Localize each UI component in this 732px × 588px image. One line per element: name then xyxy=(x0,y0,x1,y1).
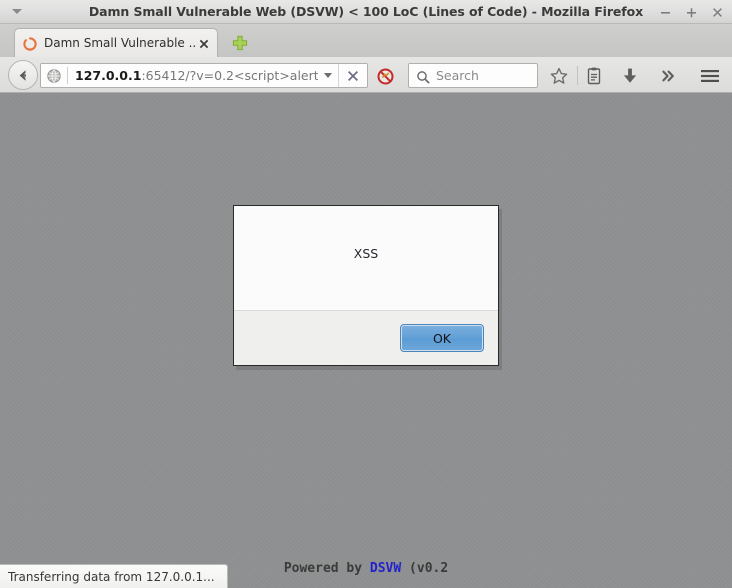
browser-window: Damn Small Vulnerable Web (DSVW) < 100 L… xyxy=(0,0,732,588)
url-input[interactable]: 127.0.0.1:65412/?v=0.2<script>alert("XSS xyxy=(68,68,318,84)
window-title: Damn Small Vulnerable Web (DSVW) < 100 L… xyxy=(88,4,644,19)
minimize-button[interactable] xyxy=(659,6,672,19)
close-icon xyxy=(713,7,722,17)
tab-strip: Damn Small Vulnerable ... xyxy=(0,24,732,57)
status-text: Transferring data from 127.0.0.1... xyxy=(8,569,215,584)
navigation-toolbar: 127.0.0.1:65412/?v=0.2<script>alert("XSS xyxy=(0,57,732,93)
maximize-plus-icon xyxy=(687,7,696,17)
double-chevron-right-icon xyxy=(662,70,674,82)
ok-button[interactable]: OK xyxy=(400,324,484,352)
bookmark-star-button[interactable] xyxy=(549,66,569,86)
url-bar[interactable]: 127.0.0.1:65412/?v=0.2<script>alert("XSS xyxy=(40,63,368,88)
download-arrow-icon xyxy=(623,68,637,83)
downloads-button[interactable] xyxy=(620,66,640,86)
window-controls xyxy=(659,0,724,24)
stop-x-icon xyxy=(347,70,359,81)
stop-loading-button[interactable] xyxy=(339,64,367,87)
dialog-footer: OK xyxy=(234,311,498,365)
reader-list-button[interactable] xyxy=(584,66,604,86)
close-icon xyxy=(199,39,209,49)
toolbar-divider xyxy=(577,66,578,85)
star-icon xyxy=(550,67,568,84)
search-input[interactable]: Search xyxy=(436,68,479,84)
dialog-body: XSS xyxy=(234,206,498,311)
plus-icon xyxy=(232,35,248,51)
browser-tab[interactable]: Damn Small Vulnerable ... xyxy=(14,28,218,57)
url-path-text: :65412/?v=0.2<script>alert("XSS xyxy=(141,67,318,83)
dialog-message: XSS xyxy=(353,246,379,261)
noscript-blocked-icon[interactable] xyxy=(377,68,394,85)
tab-close-button[interactable] xyxy=(197,36,211,50)
loading-spinner-icon xyxy=(23,36,37,51)
back-button[interactable] xyxy=(8,60,38,90)
reader-list-icon xyxy=(587,67,601,85)
new-tab-button[interactable] xyxy=(231,34,249,52)
magnifier-icon xyxy=(416,69,430,83)
hamburger-menu-icon xyxy=(701,70,719,82)
status-bar-popup: Transferring data from 127.0.0.1... xyxy=(0,564,228,588)
maximize-button[interactable] xyxy=(685,6,698,19)
close-button[interactable] xyxy=(711,6,724,19)
back-arrow-icon xyxy=(19,69,26,81)
title-bar: Damn Small Vulnerable Web (DSVW) < 100 L… xyxy=(0,0,732,24)
app-menu-button[interactable] xyxy=(699,66,719,86)
footer-suffix-text: (v0.2 xyxy=(401,561,449,576)
chevron-down-icon xyxy=(324,73,332,78)
footer-brand-text: DSVW xyxy=(369,561,402,576)
footer-prefix-text: Powered by xyxy=(283,561,370,576)
minimize-icon xyxy=(661,11,670,14)
url-host-text: 127.0.0.1 xyxy=(75,67,142,83)
tab-title: Damn Small Vulnerable ... xyxy=(44,36,195,50)
url-history-dropdown-button[interactable] xyxy=(318,64,338,87)
overflow-menu-button[interactable] xyxy=(658,66,678,86)
search-bar[interactable]: Search xyxy=(408,63,538,88)
globe-icon[interactable] xyxy=(46,68,62,84)
javascript-alert-dialog: XSS OK xyxy=(233,205,499,366)
